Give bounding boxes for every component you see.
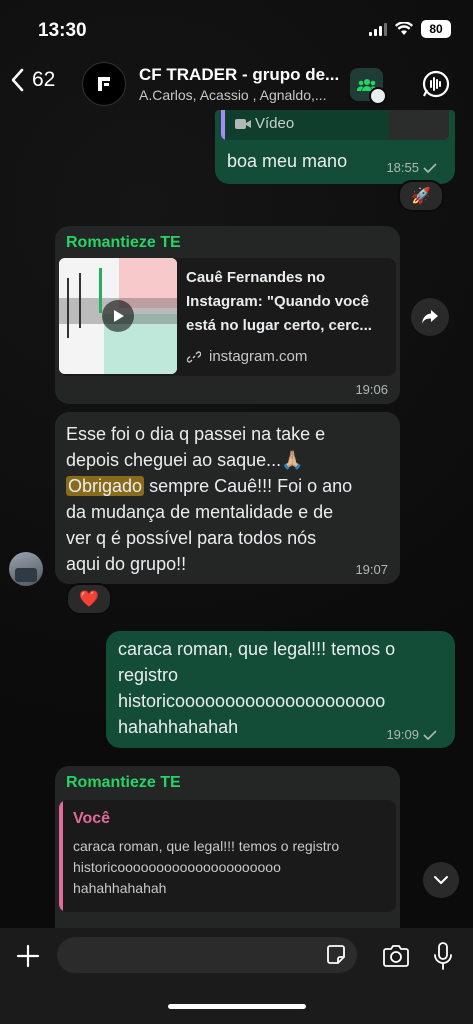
message-text: boa meu mano: [227, 151, 348, 171]
composer-bar: [0, 928, 473, 1024]
chevron-left-icon: [11, 68, 24, 92]
message-fragment: sempre Cauê!!! Foi o ano: [144, 476, 353, 496]
quote-author: Você: [73, 810, 111, 827]
wifi-icon: [395, 22, 413, 35]
signal-icon: [369, 22, 387, 36]
message-line: registro: [118, 665, 179, 685]
forward-button[interactable]: [411, 298, 449, 336]
message-line: hahahhahahah: [118, 717, 239, 737]
chevron-down-icon: [434, 876, 448, 884]
message-line: ver q é possível para todos nós: [66, 528, 317, 548]
message-time: 19:07: [355, 562, 388, 577]
unread-count: 62: [32, 68, 56, 91]
message-text: caraca roman, que legal!!! temos o regis…: [118, 636, 395, 740]
quoted-message[interactable]: Você caraca roman, que legal!!! temos o …: [59, 800, 396, 912]
microphone-icon: [434, 942, 452, 970]
message-incoming-link[interactable]: Romantieze TE Cauê Fernandes no Instagra…: [55, 226, 400, 404]
sender-name[interactable]: Romantieze TE: [66, 234, 181, 252]
link-title-line: está no lugar certo, cerc...: [186, 317, 372, 334]
message-time: 19:06: [355, 382, 388, 397]
message-fragment: depois cheguei ao saque...: [66, 450, 282, 470]
link-icon: [187, 351, 201, 363]
battery-indicator: 80: [421, 20, 451, 38]
link-preview-card[interactable]: Cauê Fernandes no Instagram: "Quando voc…: [59, 258, 396, 376]
message-line: Esse foi o dia q passei na take e: [66, 424, 326, 444]
scroll-to-bottom-button[interactable]: [423, 862, 459, 898]
link-domain: instagram.com: [209, 348, 308, 365]
video-reply-preview[interactable]: Vídeo: [221, 110, 449, 140]
sender-avatar[interactable]: [9, 552, 43, 586]
message-line: Obrigado sempre Cauê!!! Foi o ano: [66, 473, 396, 499]
message-line: aqui do grupo!!: [66, 554, 187, 574]
quote-line: historicooooooooooooooooooooo: [73, 859, 281, 875]
quote-text: caraca roman, que legal!!! temos o regis…: [73, 836, 339, 899]
message-outgoing[interactable]: caraca roman, que legal!!! temos o regis…: [106, 631, 455, 748]
search-highlight: Obrigado: [66, 476, 145, 496]
video-label: Vídeo: [255, 115, 295, 132]
sent-check-icon: [423, 729, 437, 740]
video-thumbnail: [389, 110, 449, 140]
message-line: depois cheguei ao saque...🙏🏼: [66, 447, 396, 473]
quote-line: hahahhahahah: [73, 880, 167, 896]
group-members[interactable]: A.Carlos, Acassio , Agnaldo,...: [139, 87, 327, 103]
sender-name[interactable]: Romantieze TE: [66, 774, 181, 792]
message-text: Esse foi o dia q passei na take e depois…: [66, 421, 396, 577]
link-title: Cauê Fernandes no Instagram: "Quando voc…: [186, 266, 372, 338]
status-bar: 13:30 80: [0, 0, 473, 56]
message-time: 19:09: [386, 727, 419, 742]
quote-line: caraca roman, que legal!!! temos o regis…: [73, 838, 340, 854]
camera-button[interactable]: [380, 942, 412, 970]
link-thumbnail: [59, 258, 177, 374]
plus-icon: [16, 944, 40, 968]
back-button[interactable]: 62: [10, 68, 55, 92]
group-avatar[interactable]: [82, 62, 126, 106]
reaction-badge[interactable]: ❤️: [66, 583, 112, 615]
link-title-line: Cauê Fernandes no: [186, 269, 326, 286]
camera-icon: [383, 945, 409, 967]
chat-header: 62 CF TRADER - grupo de... A.Carlos, Aca…: [0, 56, 473, 112]
message-line: historicooooooooooooooooooooo: [118, 691, 386, 711]
play-button[interactable]: [102, 300, 134, 332]
attach-button[interactable]: [14, 942, 42, 970]
community-button[interactable]: [350, 68, 387, 105]
praying-hands-emoji: 🙏🏼: [281, 450, 304, 470]
message-line: da mudança de mentalidade e de: [66, 502, 334, 522]
chevron-down-icon: [369, 87, 387, 105]
message-outgoing[interactable]: Vídeo boa meu mano 18:55: [215, 110, 455, 184]
voice-button[interactable]: [430, 940, 456, 972]
play-icon: [114, 310, 124, 322]
group-logo-icon: [98, 77, 110, 91]
sticker-icon: [327, 945, 345, 964]
group-title[interactable]: CF TRADER - grupo de...: [139, 65, 339, 85]
message-input[interactable]: [57, 937, 357, 973]
sent-check-icon: [423, 162, 437, 173]
video-camera-icon: [235, 119, 251, 129]
status-time: 13:30: [38, 20, 87, 41]
reaction-badge[interactable]: 🚀: [398, 180, 444, 212]
group-call-icon[interactable]: [420, 68, 452, 100]
home-indicator: [168, 1004, 306, 1009]
forward-icon: [422, 310, 438, 324]
message-line: caraca roman, que legal!!! temos o: [118, 639, 396, 659]
message-incoming[interactable]: Esse foi o dia q passei na take e depois…: [55, 412, 400, 584]
link-title-line: Instagram: "Quando você: [186, 293, 369, 310]
message-incoming-reply[interactable]: Romantieze TE Você caraca roman, que leg…: [55, 766, 400, 946]
message-time: 18:55: [386, 160, 419, 175]
